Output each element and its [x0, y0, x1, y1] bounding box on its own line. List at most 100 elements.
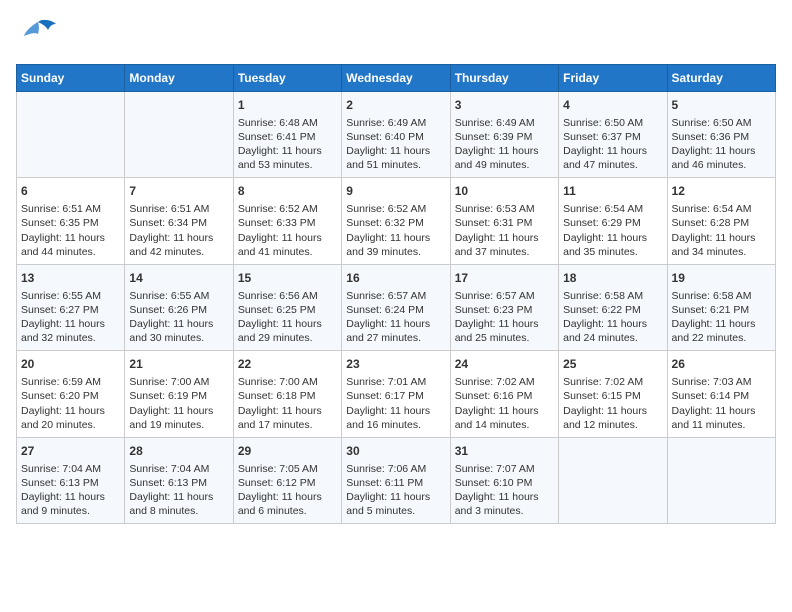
sunset-text: Sunset: 6:36 PM	[672, 130, 771, 144]
daylight-text: and 35 minutes.	[563, 245, 662, 259]
sunrise-text: Sunrise: 7:06 AM	[346, 462, 445, 476]
day-number: 23	[346, 356, 445, 373]
day-number: 21	[129, 356, 228, 373]
sunrise-text: Sunrise: 7:07 AM	[455, 462, 554, 476]
calendar-cell	[125, 92, 233, 178]
calendar-cell: 31 Sunrise: 7:07 AMSunset: 6:10 PMDayligh…	[450, 437, 558, 523]
daylight-text: and 34 minutes.	[672, 245, 771, 259]
sunrise-text: Sunrise: 7:00 AM	[129, 375, 228, 389]
day-number: 17	[455, 270, 554, 287]
day-number: 13	[21, 270, 120, 287]
calendar-cell: 2Sunrise: 6:49 AMSunset: 6:40 PMDaylight…	[342, 92, 450, 178]
day-number: 7	[129, 183, 228, 200]
daylight-text: and 14 minutes.	[455, 418, 554, 432]
daylight-text: and 41 minutes.	[238, 245, 337, 259]
calendar-table: SundayMondayTuesdayWednesdayThursdayFrid…	[16, 64, 776, 524]
daylight-text: and 47 minutes.	[563, 158, 662, 172]
daylight-text: and 5 minutes.	[346, 504, 445, 518]
daylight-text: Daylight: 11 hours	[238, 231, 337, 245]
sunrise-text: Sunrise: 7:01 AM	[346, 375, 445, 389]
day-number: 15	[238, 270, 337, 287]
sunrise-text: Sunrise: 7:02 AM	[455, 375, 554, 389]
calendar-cell: 19Sunrise: 6:58 AMSunset: 6:21 PMDayligh…	[667, 264, 775, 350]
day-number: 10	[455, 183, 554, 200]
col-header-monday: Monday	[125, 65, 233, 92]
sunrise-text: Sunrise: 6:52 AM	[238, 202, 337, 216]
daylight-text: and 37 minutes.	[455, 245, 554, 259]
day-number: 18	[563, 270, 662, 287]
calendar-cell	[17, 92, 125, 178]
daylight-text: and 49 minutes.	[455, 158, 554, 172]
header-row: SundayMondayTuesdayWednesdayThursdayFrid…	[17, 65, 776, 92]
sunrise-text: Sunrise: 6:58 AM	[563, 289, 662, 303]
daylight-text: Daylight: 11 hours	[346, 404, 445, 418]
calendar-cell: 12Sunrise: 6:54 AMSunset: 6:28 PMDayligh…	[667, 178, 775, 264]
day-number: 14	[129, 270, 228, 287]
day-number: 25	[563, 356, 662, 373]
sunrise-text: Sunrise: 7:03 AM	[672, 375, 771, 389]
sunrise-text: Sunrise: 7:02 AM	[563, 375, 662, 389]
sunrise-text: Sunrise: 6:50 AM	[672, 116, 771, 130]
daylight-text: Daylight: 11 hours	[21, 317, 120, 331]
day-number: 28	[129, 443, 228, 460]
daylight-text: and 27 minutes.	[346, 331, 445, 345]
daylight-text: Daylight: 11 hours	[129, 231, 228, 245]
sunset-text: Sunset: 6:34 PM	[129, 216, 228, 230]
col-header-friday: Friday	[559, 65, 667, 92]
daylight-text: and 53 minutes.	[238, 158, 337, 172]
col-header-sunday: Sunday	[17, 65, 125, 92]
daylight-text: and 20 minutes.	[21, 418, 120, 432]
sunset-text: Sunset: 6:32 PM	[346, 216, 445, 230]
sunrise-text: Sunrise: 6:51 AM	[129, 202, 228, 216]
sunset-text: Sunset: 6:31 PM	[455, 216, 554, 230]
sunset-text: Sunset: 6:13 PM	[129, 476, 228, 490]
daylight-text: Daylight: 11 hours	[21, 490, 120, 504]
sunset-text: Sunset: 6:16 PM	[455, 389, 554, 403]
calendar-cell: 22Sunrise: 7:00 AMSunset: 6:18 PMDayligh…	[233, 351, 341, 437]
day-number: 31	[455, 443, 554, 460]
daylight-text: and 3 minutes.	[455, 504, 554, 518]
calendar-cell: 21Sunrise: 7:00 AMSunset: 6:19 PMDayligh…	[125, 351, 233, 437]
sunset-text: Sunset: 6:10 PM	[455, 476, 554, 490]
calendar-cell: 24Sunrise: 7:02 AMSunset: 6:16 PMDayligh…	[450, 351, 558, 437]
daylight-text: and 12 minutes.	[563, 418, 662, 432]
sunrise-text: Sunrise: 6:57 AM	[455, 289, 554, 303]
day-number: 6	[21, 183, 120, 200]
daylight-text: Daylight: 11 hours	[129, 404, 228, 418]
daylight-text: and 51 minutes.	[346, 158, 445, 172]
sunset-text: Sunset: 6:24 PM	[346, 303, 445, 317]
calendar-cell: 28 Sunrise: 7:04 AMSunset: 6:13 PMDayligh…	[125, 437, 233, 523]
daylight-text: Daylight: 11 hours	[563, 144, 662, 158]
sunrise-text: Sunrise: 6:54 AM	[563, 202, 662, 216]
daylight-text: Daylight: 11 hours	[672, 144, 771, 158]
daylight-text: and 8 minutes.	[129, 504, 228, 518]
sunset-text: Sunset: 6:26 PM	[129, 303, 228, 317]
calendar-cell: 3Sunrise: 6:49 AMSunset: 6:39 PMDaylight…	[450, 92, 558, 178]
sunset-text: Sunset: 6:15 PM	[563, 389, 662, 403]
col-header-tuesday: Tuesday	[233, 65, 341, 92]
sunrise-text: Sunrise: 7:04 AM	[129, 462, 228, 476]
daylight-text: Daylight: 11 hours	[455, 490, 554, 504]
daylight-text: and 22 minutes.	[672, 331, 771, 345]
sunrise-text: Sunrise: 6:58 AM	[672, 289, 771, 303]
sunset-text: Sunset: 6:25 PM	[238, 303, 337, 317]
sunset-text: Sunset: 6:12 PM	[238, 476, 337, 490]
day-number: 16	[346, 270, 445, 287]
calendar-cell: 27Sunrise: 7:04 AMSunset: 6:13 PMDayligh…	[17, 437, 125, 523]
daylight-text: Daylight: 11 hours	[455, 404, 554, 418]
logo	[16, 16, 64, 52]
sunset-text: Sunset: 6:21 PM	[672, 303, 771, 317]
daylight-text: and 6 minutes.	[238, 504, 337, 518]
calendar-cell: 5Sunrise: 6:50 AMSunset: 6:36 PMDaylight…	[667, 92, 775, 178]
calendar-cell: 26Sunrise: 7:03 AMSunset: 6:14 PMDayligh…	[667, 351, 775, 437]
calendar-cell: 18Sunrise: 6:58 AMSunset: 6:22 PMDayligh…	[559, 264, 667, 350]
calendar-cell: 8Sunrise: 6:52 AMSunset: 6:33 PMDaylight…	[233, 178, 341, 264]
sunset-text: Sunset: 6:23 PM	[455, 303, 554, 317]
sunrise-text: Sunrise: 6:48 AM	[238, 116, 337, 130]
week-row-5: 27Sunrise: 7:04 AMSunset: 6:13 PMDayligh…	[17, 437, 776, 523]
daylight-text: and 19 minutes.	[129, 418, 228, 432]
daylight-text: and 25 minutes.	[455, 331, 554, 345]
calendar-cell	[559, 437, 667, 523]
daylight-text: and 30 minutes.	[129, 331, 228, 345]
daylight-text: Daylight: 11 hours	[129, 490, 228, 504]
